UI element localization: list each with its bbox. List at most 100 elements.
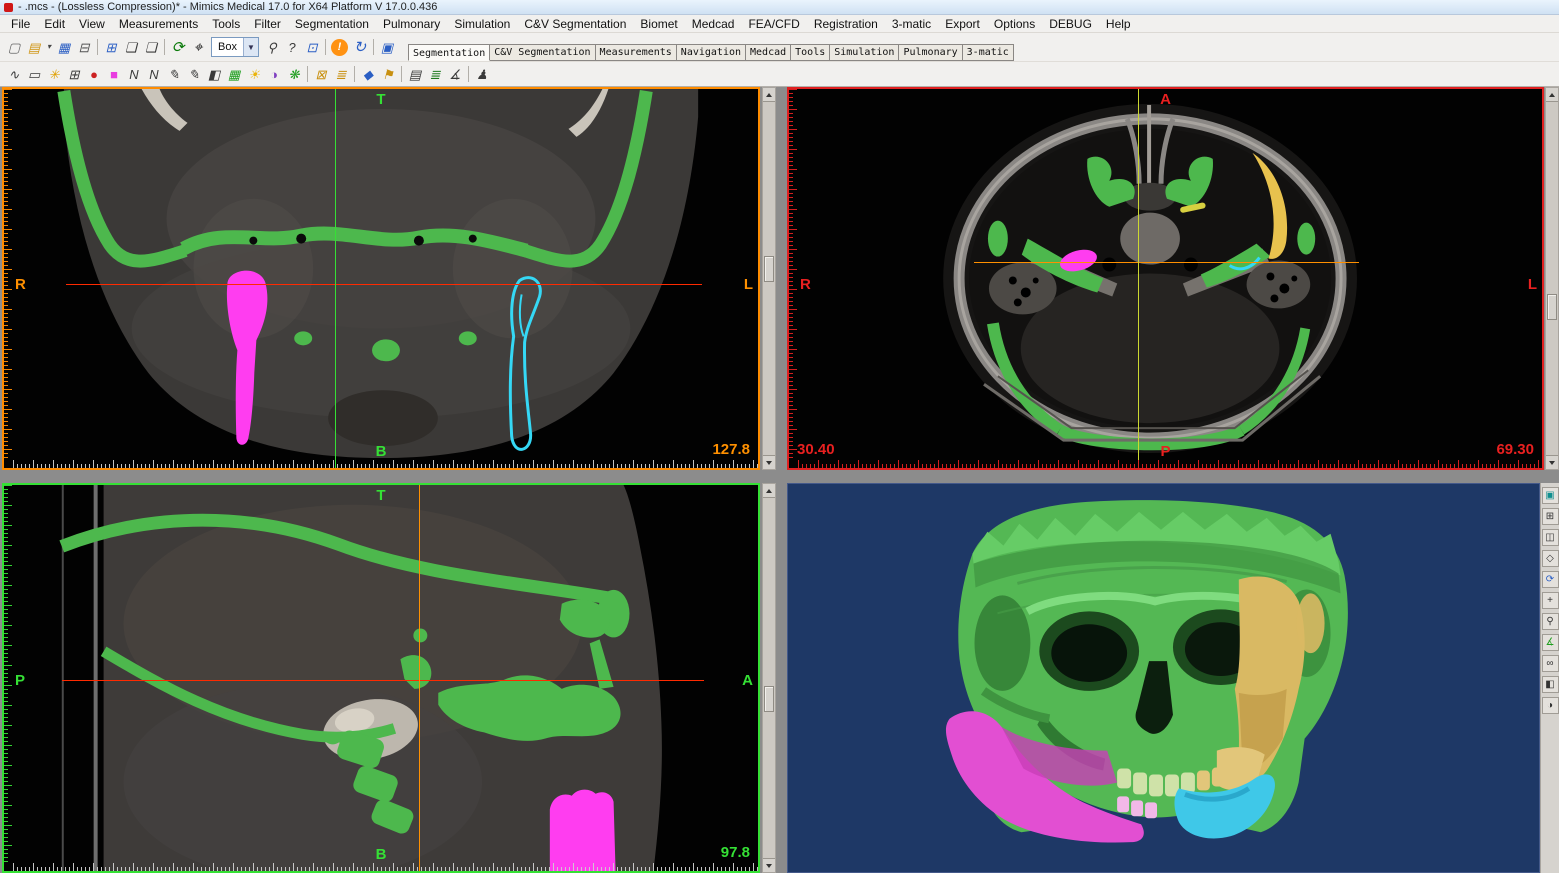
thresholding-icon[interactable]: ∿ — [4, 64, 24, 84]
tab-measurements[interactable]: Measurements — [595, 44, 677, 61]
menu-pulmonary[interactable]: Pulmonary — [376, 16, 447, 32]
tab-segmentation[interactable]: Segmentation — [408, 44, 490, 61]
calculate-polylines-icon[interactable]: ≣ — [331, 64, 351, 84]
viewport-sagittal[interactable]: T P A B 97.8 — [2, 483, 760, 873]
edit-masks-icon[interactable]: ■ — [104, 64, 124, 84]
scroll-up-icon[interactable] — [763, 88, 775, 102]
multiple-slice-edit-icon[interactable]: ▦ — [224, 64, 244, 84]
patient-position-icon[interactable]: ♟ — [472, 64, 492, 84]
rotate-3d-icon[interactable]: ⟳ — [1542, 571, 1559, 588]
crosshair-horizontal[interactable] — [62, 680, 704, 681]
crosshair-horizontal[interactable] — [974, 262, 1359, 263]
scrollbar-thumb[interactable] — [764, 686, 774, 712]
smooth-mask-icon[interactable]: ☀ — [244, 64, 264, 84]
menu-file[interactable]: File — [4, 16, 37, 32]
menu-edit[interactable]: Edit — [37, 16, 72, 32]
tab-cv-segmentation[interactable]: C&V Segmentation — [489, 44, 595, 61]
crosshair-horizontal[interactable] — [66, 284, 702, 285]
copy-icon[interactable]: ❏ — [121, 37, 141, 57]
views-layout-icon[interactable]: ⊞ — [101, 37, 121, 57]
tab-pulmonary[interactable]: Pulmonary — [898, 44, 962, 61]
menu-debug[interactable]: DEBUG — [1042, 16, 1099, 32]
crosshair-vertical[interactable] — [1138, 89, 1139, 468]
smart-fill-icon[interactable]: ❋ — [284, 64, 304, 84]
menu-medcad[interactable]: Medcad — [685, 16, 742, 32]
zoom-3d-icon[interactable]: ⚲ — [1542, 613, 1559, 630]
scroll-down-icon[interactable] — [1546, 455, 1558, 469]
open-project-icon[interactable]: ▤ — [24, 37, 44, 57]
viewport-3d[interactable] — [787, 483, 1540, 873]
orientation-cube-icon[interactable]: ◇ — [1542, 550, 1559, 567]
indicate-slice-icon[interactable]: ! — [331, 39, 348, 56]
open-dropdown-icon[interactable]: ▾ — [44, 37, 54, 57]
menu-measurements[interactable]: Measurements — [112, 16, 205, 32]
menu-help[interactable]: Help — [1099, 16, 1138, 32]
crosshair-vertical[interactable] — [335, 89, 336, 468]
pan-3d-icon[interactable]: + — [1542, 592, 1559, 609]
polyline-list-icon[interactable]: ≣ — [425, 64, 445, 84]
scrollbar-thumb[interactable] — [764, 256, 774, 282]
tab-medcad[interactable]: Medcad — [745, 44, 791, 61]
layout-icon[interactable]: ⊞ — [1542, 508, 1559, 525]
tab-3matic[interactable]: 3-matic — [962, 44, 1014, 61]
menu-cv-segmentation[interactable]: C&V Segmentation — [517, 16, 633, 32]
dynamic-region-grow-icon[interactable]: ✳ — [44, 64, 64, 84]
axial-scrollbar[interactable] — [1545, 87, 1559, 470]
calculate-3d-grid-icon[interactable]: ⊞ — [64, 64, 84, 84]
zoom-region-icon[interactable]: ⊡ — [302, 37, 322, 57]
morphology-operations-icon[interactable]: ● — [84, 64, 104, 84]
sagittal-scrollbar[interactable] — [762, 483, 776, 873]
tab-simulation[interactable]: Simulation — [829, 44, 899, 61]
erase-icon[interactable]: ✎ — [184, 64, 204, 84]
scroll-up-icon[interactable] — [763, 484, 775, 498]
crosshair-vertical[interactable] — [419, 485, 420, 871]
menu-tools[interactable]: Tools — [205, 16, 247, 32]
menu-view[interactable]: View — [72, 16, 112, 32]
contrast-icon[interactable]: ◑ — [1542, 697, 1559, 714]
menu-biomet[interactable]: Biomet — [633, 16, 684, 32]
draw-profile-icon[interactable]: ✎ — [164, 64, 184, 84]
scroll-down-icon[interactable] — [763, 858, 775, 872]
project-management-icon[interactable]: ▣ — [377, 37, 397, 57]
update-views-icon[interactable]: ⟳ — [168, 37, 188, 57]
cavity-fill-icon[interactable]: N — [144, 64, 164, 84]
scroll-up-icon[interactable] — [1546, 88, 1558, 102]
menu-registration[interactable]: Registration — [807, 16, 885, 32]
menu-filter[interactable]: Filter — [247, 16, 288, 32]
mask-list-icon[interactable]: ▤ — [405, 64, 425, 84]
measure-3d-icon[interactable]: ∡ — [1542, 634, 1559, 651]
menu-simulation[interactable]: Simulation — [447, 16, 517, 32]
scroll-down-icon[interactable] — [763, 455, 775, 469]
pan-icon[interactable]: ⌖ — [188, 37, 208, 57]
zoom-mode-combobox[interactable]: Box ▼ — [211, 37, 259, 57]
view-config-icon[interactable]: ▣ — [1542, 487, 1559, 504]
menu-export[interactable]: Export — [938, 16, 987, 32]
menu-fea-cfd[interactable]: FEA/CFD — [741, 16, 806, 32]
calculate-part-icon[interactable]: ◆ — [358, 64, 378, 84]
save-project-icon[interactable]: ▦ — [54, 37, 74, 57]
viewport-axial[interactable]: A R L P 30.40 69.30 — [787, 87, 1544, 470]
split-mask-icon[interactable]: ◑ — [264, 64, 284, 84]
crop-mask-icon[interactable]: ⊠ — [311, 64, 331, 84]
local-threshold-icon[interactable]: ◧ — [204, 64, 224, 84]
zoom-help-icon[interactable]: ? — [282, 37, 302, 57]
new-project-icon[interactable]: ▢ — [4, 37, 24, 57]
coronal-scrollbar[interactable] — [762, 87, 776, 470]
scrollbar-thumb[interactable] — [1547, 294, 1557, 320]
menu-segmentation[interactable]: Segmentation — [288, 16, 376, 32]
stereo-glasses-icon[interactable]: ∞ — [1542, 655, 1559, 672]
rotate-pointer-icon[interactable]: ↻ — [350, 37, 370, 57]
print-icon[interactable]: ⊟ — [74, 37, 94, 57]
annotate-icon[interactable]: ⚑ — [378, 64, 398, 84]
copy-view-icon[interactable]: ❏ — [141, 37, 161, 57]
tab-navigation[interactable]: Navigation — [676, 44, 746, 61]
zoom-icon[interactable]: ⚲ — [262, 37, 282, 57]
screens-icon[interactable]: ◧ — [1542, 676, 1559, 693]
combobox-arrow-icon[interactable]: ▼ — [243, 38, 258, 56]
measure-distance-icon[interactable]: ∡ — [445, 64, 465, 84]
scene-icon[interactable]: ◫ — [1542, 529, 1559, 546]
tab-tools[interactable]: Tools — [790, 44, 830, 61]
profile-line-icon[interactable]: ▭ — [24, 64, 44, 84]
viewport-coronal[interactable]: T R L B 127.8 — [2, 87, 760, 470]
menu-options[interactable]: Options — [987, 16, 1042, 32]
